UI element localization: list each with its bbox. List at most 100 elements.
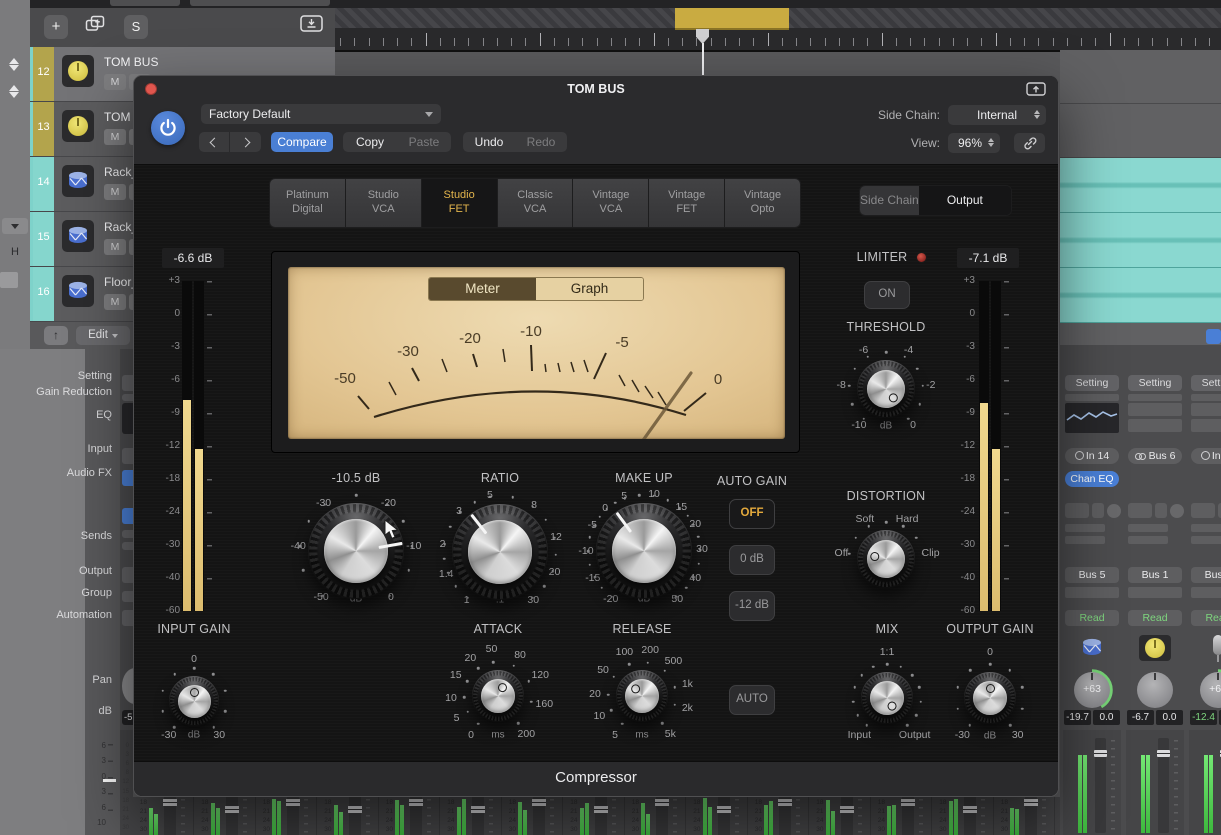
link-button[interactable]: [1014, 133, 1045, 153]
mixer-fader-strip[interactable]: 18212430: [256, 797, 317, 835]
compare-button[interactable]: Compare: [271, 132, 333, 152]
channel-automation-button[interactable]: [122, 610, 133, 626]
channel-pan-knob[interactable]: [1133, 668, 1177, 712]
plugin-titlebar[interactable]: TOM BUS: [134, 76, 1058, 102]
mute-button[interactable]: M: [104, 74, 126, 90]
channel-volume-value[interactable]: -12.4: [1190, 710, 1217, 725]
back-arrow-button[interactable]: ↑: [44, 326, 68, 345]
library-panel-button[interactable]: [298, 15, 324, 39]
makeup-knob[interactable]: [596, 503, 692, 599]
channel-pan-knob[interactable]: [122, 668, 133, 704]
attack-knob[interactable]: [472, 670, 524, 722]
circuit-type-tab[interactable]: VintageOpto: [725, 179, 800, 227]
mixer-fader-strip[interactable]: 18212430: [133, 797, 194, 835]
view-mode-tab[interactable]: Output: [919, 186, 1011, 215]
distortion-knob[interactable]: [857, 530, 915, 588]
channel-fx-slot[interactable]: Chan EQ: [1065, 471, 1119, 487]
channel-input-button[interactable]: [122, 448, 133, 464]
channel-volume-value[interactable]: -6.7: [1127, 710, 1154, 725]
mixer-fader-strip[interactable]: 18212430: [994, 797, 1055, 835]
bar-ruler[interactable]: [335, 8, 1221, 28]
channel-fader[interactable]: [1189, 730, 1221, 835]
channel-setting-button[interactable]: Setting: [1065, 375, 1119, 391]
auto-gain-option[interactable]: 0 dB: [729, 545, 775, 575]
preset-dropdown[interactable]: Factory Default: [201, 104, 441, 124]
circuit-type-tab[interactable]: StudioFET: [422, 179, 498, 227]
mixer-fader-strip[interactable]: 18212430: [625, 797, 686, 835]
mixer-fader-strip[interactable]: 18212430: [933, 797, 994, 835]
mixer-fader-strip[interactable]: 18212430: [441, 797, 502, 835]
next-preset-button[interactable]: [230, 132, 261, 152]
channel-fx-slot[interactable]: [122, 470, 133, 486]
channel-setting-button[interactable]: Setting: [1191, 375, 1221, 391]
limiter-threshold-knob[interactable]: [857, 360, 915, 418]
graph-tab[interactable]: Graph: [536, 278, 643, 300]
channel-automation-button[interactable]: Read: [1128, 610, 1182, 626]
track-name[interactable]: TOM BUS: [104, 55, 158, 69]
mix-knob[interactable]: [861, 672, 913, 724]
auto-release-button[interactable]: AUTO: [729, 685, 775, 715]
copy-button[interactable]: Copy: [343, 132, 397, 152]
threshold-knob[interactable]: [308, 503, 404, 599]
channel-volume-value[interactable]: -19.7: [1064, 710, 1091, 725]
limiter-on-button[interactable]: ON: [864, 281, 910, 309]
channel-sends[interactable]: [1128, 503, 1182, 519]
mixer-fader-strip[interactable]: 18212430: [748, 797, 809, 835]
circuit-type-tab[interactable]: PlatinumDigital: [270, 179, 346, 227]
mixer-fader-strip[interactable]: 18212430: [564, 797, 625, 835]
auto-gain-option[interactable]: OFF: [729, 499, 775, 529]
fader-cap[interactable]: [1157, 750, 1170, 757]
redo-button[interactable]: Redo: [515, 132, 567, 152]
stereo-out-button-partial[interactable]: [1206, 329, 1221, 344]
circuit-type-tab[interactable]: VintageVCA: [573, 179, 649, 227]
mixer-fader-strip[interactable]: 18212430: [810, 797, 871, 835]
view-mode-tab[interactable]: Side Chain: [860, 186, 919, 215]
rail-swatch[interactable]: [0, 272, 18, 288]
channel-eq-thumbnail[interactable]: [1065, 403, 1119, 433]
circuit-type-tab[interactable]: StudioVCA: [346, 179, 422, 227]
mode-dropdown[interactable]: [2, 218, 28, 234]
auto-gain-option[interactable]: -12 dB: [729, 591, 775, 621]
channel-input-button[interactable]: In 16: [1191, 448, 1221, 464]
duplicate-track-button[interactable]: [82, 15, 108, 39]
solo-button[interactable]: S: [124, 15, 148, 39]
mute-button[interactable]: M: [104, 129, 126, 145]
input-gain-knob[interactable]: [169, 676, 219, 726]
zoom-updown-icon[interactable]: [6, 84, 22, 102]
audio-region[interactable]: [1060, 268, 1221, 323]
track-name[interactable]: TOM: [104, 110, 130, 124]
audio-region[interactable]: [1060, 213, 1221, 268]
ratio-knob[interactable]: [452, 504, 548, 600]
track-number-cell[interactable]: 13: [33, 102, 54, 156]
release-knob[interactable]: [616, 670, 668, 722]
channel-setting-button[interactable]: [122, 375, 133, 391]
track-number-cell[interactable]: 15: [33, 212, 54, 266]
channel-automation-button[interactable]: Read: [1065, 610, 1119, 626]
mute-button[interactable]: M: [104, 294, 126, 310]
edit-menu-button[interactable]: Edit: [76, 326, 130, 345]
track-number-cell[interactable]: 12: [33, 47, 54, 101]
mixer-fader-strip[interactable]: 18212430: [871, 797, 932, 835]
undo-button[interactable]: Undo: [463, 132, 515, 152]
channel-output-button[interactable]: [122, 567, 133, 583]
channel-setting-button[interactable]: Setting: [1128, 375, 1182, 391]
mute-button[interactable]: M: [104, 239, 126, 255]
beat-ruler[interactable]: [335, 28, 1221, 52]
fader-cap[interactable]: [1094, 750, 1107, 757]
output-gain-knob[interactable]: [964, 672, 1016, 724]
channel-sends[interactable]: [1191, 503, 1221, 519]
zoom-updown-icon[interactable]: [6, 57, 22, 75]
channel-input-button[interactable]: Bus 6: [1128, 448, 1182, 464]
channel-fader[interactable]: [1063, 730, 1121, 835]
track-number-cell[interactable]: 14: [33, 157, 54, 211]
channel-fader[interactable]: [1126, 730, 1184, 835]
channel-sends[interactable]: [1065, 503, 1119, 519]
mixer-fader-strip[interactable]: 18212430: [195, 797, 256, 835]
channel-output-button[interactable]: Bus 1: [1128, 567, 1182, 583]
cycle-region[interactable]: [675, 8, 789, 30]
mixer-fader-strip[interactable]: 18212430: [502, 797, 563, 835]
mute-button[interactable]: M: [104, 184, 126, 200]
circuit-type-tab[interactable]: VintageFET: [649, 179, 725, 227]
meter-tab[interactable]: Meter: [429, 278, 536, 300]
circuit-type-tab[interactable]: ClassicVCA: [498, 179, 574, 227]
